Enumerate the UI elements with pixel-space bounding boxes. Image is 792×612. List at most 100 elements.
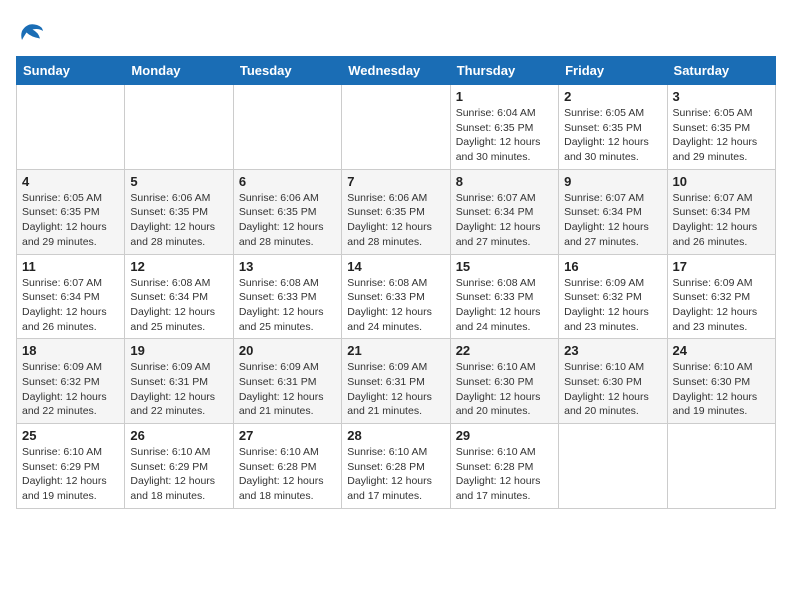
calendar-cell [233,85,341,170]
day-number: 21 [347,343,444,358]
day-info: Sunrise: 6:09 AM Sunset: 6:32 PM Dayligh… [673,276,770,335]
day-number: 7 [347,174,444,189]
page-header [16,16,776,46]
day-number: 8 [456,174,553,189]
day-number: 2 [564,89,661,104]
day-number: 6 [239,174,336,189]
day-info: Sunrise: 6:07 AM Sunset: 6:34 PM Dayligh… [564,191,661,250]
calendar-cell [559,424,667,509]
day-number: 10 [673,174,770,189]
day-info: Sunrise: 6:08 AM Sunset: 6:33 PM Dayligh… [456,276,553,335]
calendar-cell: 19 Sunrise: 6:09 AM Sunset: 6:31 PM Dayli… [125,339,233,424]
calendar-cell: 11 Sunrise: 6:07 AM Sunset: 6:34 PM Dayli… [17,254,125,339]
calendar-cell: 10 Sunrise: 6:07 AM Sunset: 6:34 PM Dayli… [667,169,775,254]
day-number: 23 [564,343,661,358]
day-number: 24 [673,343,770,358]
day-number: 29 [456,428,553,443]
calendar-header-friday: Friday [559,57,667,85]
day-info: Sunrise: 6:04 AM Sunset: 6:35 PM Dayligh… [456,106,553,165]
calendar-cell [125,85,233,170]
calendar-cell: 23 Sunrise: 6:10 AM Sunset: 6:30 PM Dayli… [559,339,667,424]
day-number: 15 [456,259,553,274]
calendar-header-monday: Monday [125,57,233,85]
calendar-cell: 8 Sunrise: 6:07 AM Sunset: 6:34 PM Daylig… [450,169,558,254]
calendar-cell: 17 Sunrise: 6:09 AM Sunset: 6:32 PM Dayli… [667,254,775,339]
day-info: Sunrise: 6:10 AM Sunset: 6:29 PM Dayligh… [22,445,119,504]
day-number: 13 [239,259,336,274]
day-info: Sunrise: 6:05 AM Sunset: 6:35 PM Dayligh… [564,106,661,165]
calendar-week-2: 4 Sunrise: 6:05 AM Sunset: 6:35 PM Daylig… [17,169,776,254]
day-info: Sunrise: 6:10 AM Sunset: 6:29 PM Dayligh… [130,445,227,504]
day-number: 18 [22,343,119,358]
day-info: Sunrise: 6:09 AM Sunset: 6:31 PM Dayligh… [130,360,227,419]
day-number: 17 [673,259,770,274]
day-number: 20 [239,343,336,358]
calendar-header-row: SundayMondayTuesdayWednesdayThursdayFrid… [17,57,776,85]
day-number: 11 [22,259,119,274]
day-number: 25 [22,428,119,443]
day-info: Sunrise: 6:05 AM Sunset: 6:35 PM Dayligh… [22,191,119,250]
calendar-cell: 25 Sunrise: 6:10 AM Sunset: 6:29 PM Dayli… [17,424,125,509]
logo-icon [16,16,46,46]
day-info: Sunrise: 6:08 AM Sunset: 6:33 PM Dayligh… [347,276,444,335]
day-number: 19 [130,343,227,358]
calendar-header-thursday: Thursday [450,57,558,85]
day-info: Sunrise: 6:06 AM Sunset: 6:35 PM Dayligh… [347,191,444,250]
day-info: Sunrise: 6:09 AM Sunset: 6:31 PM Dayligh… [347,360,444,419]
calendar-cell [667,424,775,509]
calendar-cell: 18 Sunrise: 6:09 AM Sunset: 6:32 PM Dayli… [17,339,125,424]
day-number: 12 [130,259,227,274]
calendar-cell: 15 Sunrise: 6:08 AM Sunset: 6:33 PM Dayli… [450,254,558,339]
calendar-cell: 27 Sunrise: 6:10 AM Sunset: 6:28 PM Dayli… [233,424,341,509]
day-info: Sunrise: 6:05 AM Sunset: 6:35 PM Dayligh… [673,106,770,165]
calendar-cell: 1 Sunrise: 6:04 AM Sunset: 6:35 PM Daylig… [450,85,558,170]
calendar-cell: 28 Sunrise: 6:10 AM Sunset: 6:28 PM Dayli… [342,424,450,509]
calendar-week-5: 25 Sunrise: 6:10 AM Sunset: 6:29 PM Dayli… [17,424,776,509]
day-info: Sunrise: 6:07 AM Sunset: 6:34 PM Dayligh… [673,191,770,250]
day-info: Sunrise: 6:09 AM Sunset: 6:31 PM Dayligh… [239,360,336,419]
day-number: 3 [673,89,770,104]
calendar-header-tuesday: Tuesday [233,57,341,85]
calendar-cell: 5Sunrise: 6:06 AM Sunset: 6:35 PM Daylig… [125,169,233,254]
calendar-week-4: 18 Sunrise: 6:09 AM Sunset: 6:32 PM Dayli… [17,339,776,424]
day-info: Sunrise: 6:08 AM Sunset: 6:34 PM Dayligh… [130,276,227,335]
calendar-cell [17,85,125,170]
calendar-cell: 6Sunrise: 6:06 AM Sunset: 6:35 PM Daylig… [233,169,341,254]
day-number: 16 [564,259,661,274]
calendar-cell: 22 Sunrise: 6:10 AM Sunset: 6:30 PM Dayli… [450,339,558,424]
day-info: Sunrise: 6:07 AM Sunset: 6:34 PM Dayligh… [22,276,119,335]
day-info: Sunrise: 6:10 AM Sunset: 6:28 PM Dayligh… [456,445,553,504]
day-number: 9 [564,174,661,189]
day-info: Sunrise: 6:10 AM Sunset: 6:30 PM Dayligh… [564,360,661,419]
calendar-cell: 21 Sunrise: 6:09 AM Sunset: 6:31 PM Dayli… [342,339,450,424]
day-info: Sunrise: 6:10 AM Sunset: 6:30 PM Dayligh… [673,360,770,419]
day-info: Sunrise: 6:10 AM Sunset: 6:28 PM Dayligh… [347,445,444,504]
day-number: 27 [239,428,336,443]
calendar-cell: 12 Sunrise: 6:08 AM Sunset: 6:34 PM Dayli… [125,254,233,339]
calendar-cell: 20 Sunrise: 6:09 AM Sunset: 6:31 PM Dayli… [233,339,341,424]
calendar-cell: 26 Sunrise: 6:10 AM Sunset: 6:29 PM Dayli… [125,424,233,509]
calendar-cell: 4 Sunrise: 6:05 AM Sunset: 6:35 PM Daylig… [17,169,125,254]
day-info: Sunrise: 6:10 AM Sunset: 6:28 PM Dayligh… [239,445,336,504]
day-number: 1 [456,89,553,104]
calendar-cell: 24 Sunrise: 6:10 AM Sunset: 6:30 PM Dayli… [667,339,775,424]
calendar-week-3: 11 Sunrise: 6:07 AM Sunset: 6:34 PM Dayli… [17,254,776,339]
day-number: 4 [22,174,119,189]
day-number: 28 [347,428,444,443]
calendar-header-wednesday: Wednesday [342,57,450,85]
day-info: Sunrise: 6:07 AM Sunset: 6:34 PM Dayligh… [456,191,553,250]
calendar-header-saturday: Saturday [667,57,775,85]
calendar-cell: 3 Sunrise: 6:05 AM Sunset: 6:35 PM Daylig… [667,85,775,170]
calendar-week-1: 1 Sunrise: 6:04 AM Sunset: 6:35 PM Daylig… [17,85,776,170]
day-info: Sunrise: 6:10 AM Sunset: 6:30 PM Dayligh… [456,360,553,419]
calendar-cell: 2 Sunrise: 6:05 AM Sunset: 6:35 PM Daylig… [559,85,667,170]
calendar-cell [342,85,450,170]
day-number: 14 [347,259,444,274]
logo [16,16,50,46]
day-info: Sunrise: 6:09 AM Sunset: 6:32 PM Dayligh… [22,360,119,419]
day-number: 26 [130,428,227,443]
calendar-cell: 14 Sunrise: 6:08 AM Sunset: 6:33 PM Dayli… [342,254,450,339]
calendar-cell: 7 Sunrise: 6:06 AM Sunset: 6:35 PM Daylig… [342,169,450,254]
calendar-header-sunday: Sunday [17,57,125,85]
day-number: 22 [456,343,553,358]
